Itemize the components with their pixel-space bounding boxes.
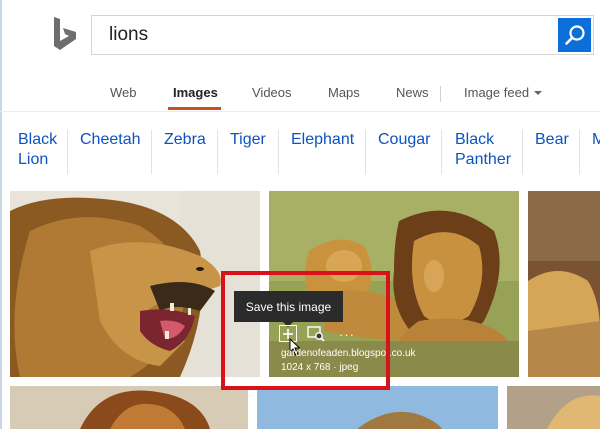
chip-label-line2: Panther [455,151,512,168]
chip-label-line1: Bear [535,131,569,148]
tab-maps[interactable]: Maps [328,85,360,100]
search-icon [564,25,585,45]
chip-divider [151,130,152,174]
chip-label-line2: Lion [18,151,49,168]
related-chip-cougar[interactable]: Cougar [378,130,430,150]
chip-label-line1: M [592,131,600,148]
chip-label-line1: Elephant [291,131,355,148]
nav-divider [440,86,441,102]
vertical-tabs: Web Images Videos Maps News Image feed [0,85,600,105]
tab-images[interactable]: Images [173,85,218,100]
related-chip-tiger[interactable]: Tiger [230,130,266,150]
chip-divider [441,130,442,174]
image-result-lion-face[interactable] [10,386,248,429]
header-divider [0,111,600,112]
image-result-lion-partial[interactable] [507,386,600,429]
related-chip-black-panther[interactable]: Black Panther [455,130,511,170]
related-chip-black-lion[interactable]: Black Lion [18,130,57,170]
related-chip-cheetah[interactable]: Cheetah [80,130,141,150]
search-button[interactable] [558,18,591,52]
chip-divider [579,130,580,174]
related-searches: Black Lion Cheetah Zebra Tiger Elephant … [0,130,600,176]
search-input[interactable] [109,24,549,46]
tab-news[interactable]: News [396,85,429,100]
active-tab-indicator [168,107,221,110]
chip-label-line1: Cheetah [80,131,141,148]
related-chip-zebra[interactable]: Zebra [164,130,206,150]
search-box [91,15,594,55]
chip-label-line1: Zebra [164,131,206,148]
chip-label-line1: Black [18,131,58,148]
image-result-lion-resting[interactable] [528,191,600,377]
highlight-box [221,271,390,390]
image-result-lion-sky[interactable] [257,386,498,429]
chip-label-line1: Tiger [230,131,266,148]
chip-divider [278,130,279,174]
chevron-down-icon[interactable] [534,91,542,95]
related-chip-elephant[interactable]: Elephant [291,130,354,150]
related-chip-bear[interactable]: Bear [535,130,569,150]
chip-label-line1: Cougar [378,131,431,148]
tab-web[interactable]: Web [110,85,137,100]
window-edge [0,0,2,429]
bing-logo-icon[interactable] [52,17,78,51]
tab-videos[interactable]: Videos [252,85,292,100]
chip-label-line1: Black [455,131,495,148]
chip-divider [522,130,523,174]
related-chip-more[interactable]: M [592,130,600,150]
tab-image-feed[interactable]: Image feed [464,85,529,100]
chip-divider [217,130,218,174]
chip-divider [67,130,68,174]
chip-divider [365,130,366,174]
